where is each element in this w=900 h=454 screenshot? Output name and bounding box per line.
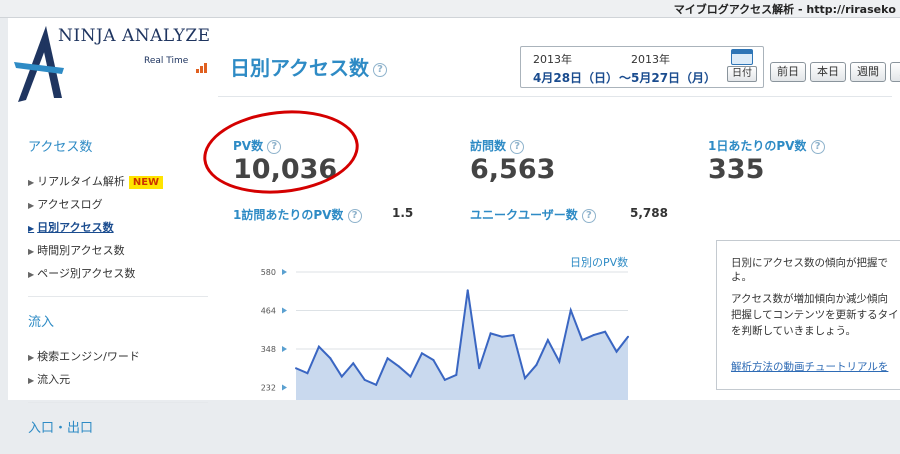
sidebar-divider [28, 402, 208, 403]
data-point[interactable] [317, 345, 320, 348]
data-point[interactable] [615, 350, 618, 353]
data-point[interactable] [512, 334, 515, 337]
data-point[interactable] [466, 289, 469, 292]
data-point[interactable] [398, 365, 401, 368]
info-box: 日別にアクセス数の傾向が把握で よ。 アクセス数が増加傾向か減少傾向 把握してコ… [716, 240, 900, 390]
data-point[interactable] [627, 335, 629, 338]
tick-marker-icon [282, 269, 287, 275]
data-point[interactable] [489, 332, 492, 335]
data-point[interactable] [546, 339, 549, 342]
data-point[interactable] [569, 309, 572, 312]
tick-marker-icon [282, 307, 287, 314]
pv-area [296, 290, 628, 400]
data-point[interactable] [306, 372, 309, 375]
data-point[interactable] [363, 378, 366, 381]
data-point[interactable] [420, 352, 423, 355]
data-point[interactable] [352, 362, 355, 365]
data-point[interactable] [558, 360, 561, 363]
tick-marker-icon [282, 346, 287, 352]
data-point[interactable] [432, 358, 435, 361]
info-line: アクセス数が増加傾向か減少傾向 [731, 293, 888, 305]
data-point[interactable] [386, 357, 389, 360]
info-line: 把握してコンテンツを更新するタイ [731, 309, 899, 321]
data-point[interactable] [340, 375, 343, 378]
data-point[interactable] [443, 378, 446, 381]
info-line: 日別にアクセス数の傾向が把握で [731, 257, 888, 269]
tutorial-link[interactable]: 解析方法の動画チュートリアルを [731, 359, 888, 374]
data-point[interactable] [409, 375, 412, 378]
data-point[interactable] [478, 367, 481, 370]
y-tick-label: 232 [261, 384, 276, 393]
data-point[interactable] [592, 334, 595, 337]
data-point[interactable] [501, 335, 504, 338]
info-line: よ。 [731, 271, 752, 283]
tick-marker-icon [282, 384, 287, 391]
y-tick-label: 464 [261, 307, 276, 316]
data-point[interactable] [295, 367, 297, 370]
data-point[interactable] [604, 330, 607, 333]
data-point[interactable] [375, 383, 378, 386]
data-point[interactable] [329, 357, 332, 360]
data-point[interactable] [581, 339, 584, 342]
info-line: を判断していきましょう。 [731, 325, 857, 337]
sidebar-heading-entry-exit: 入口・出口 [28, 421, 94, 436]
y-tick-label: 348 [261, 345, 276, 354]
data-point[interactable] [523, 377, 526, 380]
data-point[interactable] [455, 373, 458, 376]
y-tick-label: 580 [261, 268, 276, 277]
data-point[interactable] [535, 363, 538, 366]
